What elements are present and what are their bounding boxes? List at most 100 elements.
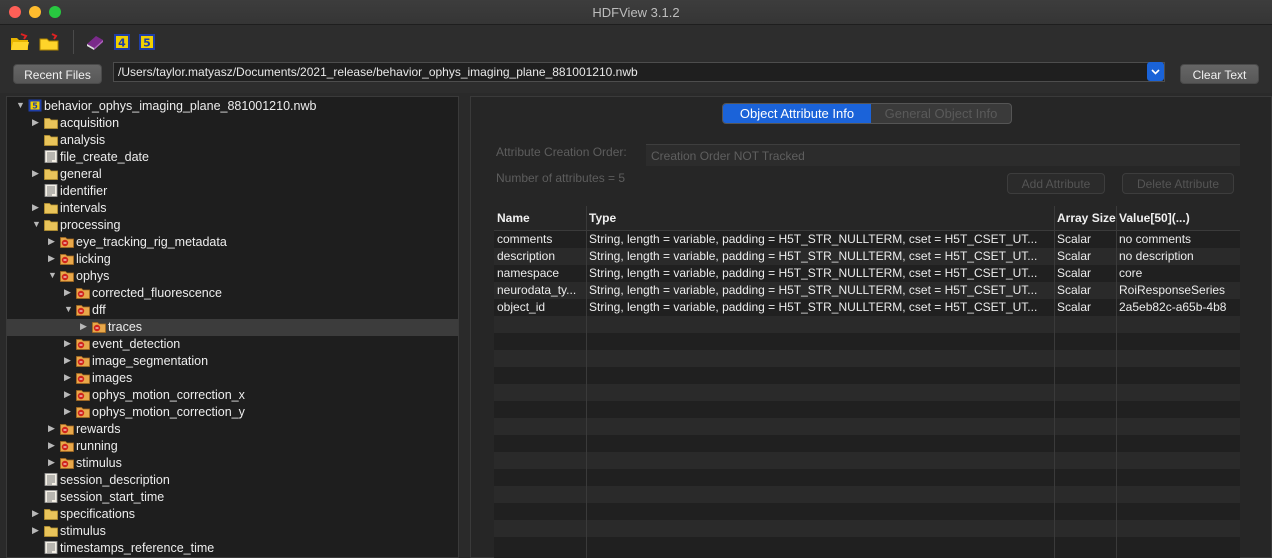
file-path-input[interactable]: /Users/taylor.matyasz/Documents/2021_rel… xyxy=(113,62,1165,82)
attribute-cell[interactable]: namespace xyxy=(497,266,585,280)
attribute-row[interactable]: neurodata_ty... String, length = variable… xyxy=(494,282,1240,299)
expand-arrow-open-icon[interactable]: ▼ xyxy=(48,271,57,280)
expand-arrow-open-icon[interactable]: ▼ xyxy=(64,305,73,314)
attribute-cell[interactable]: object_id xyxy=(497,300,585,314)
add-attribute-button[interactable]: Add Attribute xyxy=(1007,173,1105,194)
attribute-cell[interactable]: String, length = variable, padding = H5T… xyxy=(589,249,1053,263)
tree-item[interactable]: ▶ stimulus xyxy=(7,455,458,472)
expand-arrow-closed-icon[interactable]: ▶ xyxy=(64,356,73,365)
expand-arrow-open-icon[interactable]: ▼ xyxy=(16,101,25,110)
attribute-table[interactable]: Name Type Array Size Value[50](...) comm… xyxy=(494,206,1240,558)
expand-arrow-open-icon[interactable]: ▼ xyxy=(32,220,41,229)
attribute-cell[interactable]: String, length = variable, padding = H5T… xyxy=(589,300,1053,314)
expand-arrow-closed-icon[interactable]: ▶ xyxy=(48,441,57,450)
column-header-value[interactable]: Value[50](...) xyxy=(1119,211,1190,225)
open-folder-icon[interactable] xyxy=(39,32,59,52)
column-header-name[interactable]: Name xyxy=(497,211,530,225)
expand-arrow-closed-icon[interactable]: ▶ xyxy=(32,169,41,178)
expand-arrow-closed-icon[interactable]: ▶ xyxy=(32,526,41,535)
dataset-icon xyxy=(44,150,58,163)
attribute-row[interactable]: object_id String, length = variable, padd… xyxy=(494,299,1240,316)
title-bar: HDFView 3.1.2 xyxy=(0,0,1272,25)
tree-item[interactable]: ▶ general xyxy=(7,166,458,183)
open-file-icon[interactable] xyxy=(10,32,30,52)
tree-item-label: licking xyxy=(76,252,111,266)
delete-attribute-button[interactable]: Delete Attribute xyxy=(1122,173,1234,194)
tree-item[interactable]: ▶ images xyxy=(7,370,458,387)
tree-item[interactable]: ▶ corrected_fluorescence xyxy=(7,285,458,302)
expand-arrow-closed-icon[interactable]: ▶ xyxy=(48,237,57,246)
tree-item[interactable]: ▼ ophys xyxy=(7,268,458,285)
column-header-array-size[interactable]: Array Size xyxy=(1057,211,1116,225)
attribute-cell[interactable]: no description xyxy=(1119,249,1240,263)
column-header-type[interactable]: Type xyxy=(589,211,616,225)
column-divider[interactable] xyxy=(1116,206,1117,558)
attribute-cell[interactable]: Scalar xyxy=(1057,283,1115,297)
tree-item[interactable]: ▼ dff xyxy=(7,302,458,319)
attribute-cell[interactable]: String, length = variable, padding = H5T… xyxy=(589,283,1053,297)
tree-item[interactable]: session_start_time xyxy=(7,489,458,506)
attribute-row[interactable]: comments String, length = variable, paddi… xyxy=(494,231,1240,248)
tree-item[interactable]: session_description xyxy=(7,472,458,489)
expand-arrow-closed-icon[interactable]: ▶ xyxy=(48,254,57,263)
column-divider[interactable] xyxy=(1054,206,1055,558)
file-path-dropdown[interactable] xyxy=(1147,62,1164,81)
tree-item[interactable]: identifier xyxy=(7,183,458,200)
clear-text-button[interactable]: Clear Text xyxy=(1180,64,1259,84)
attribute-cell[interactable]: core xyxy=(1119,266,1240,280)
tree-item[interactable]: ▶ licking xyxy=(7,251,458,268)
expand-arrow-closed-icon[interactable]: ▶ xyxy=(80,322,89,331)
tree-item[interactable]: ▶ traces xyxy=(7,319,458,336)
expand-arrow-closed-icon[interactable]: ▶ xyxy=(64,407,73,416)
hdf5-icon[interactable]: 5 xyxy=(137,32,157,52)
expand-arrow-closed-icon[interactable]: ▶ xyxy=(32,118,41,127)
tree-item[interactable]: ▶ running xyxy=(7,438,458,455)
file-tree[interactable]: ▼ 5 behavior_ophys_imaging_plane_881001210… xyxy=(6,96,459,558)
expand-arrow-closed-icon[interactable]: ▶ xyxy=(48,458,57,467)
expand-arrow-closed-icon[interactable]: ▶ xyxy=(32,509,41,518)
expand-arrow-closed-icon[interactable]: ▶ xyxy=(32,203,41,212)
tree-item[interactable]: ▶ ophys_motion_correction_x xyxy=(7,387,458,404)
attribute-cell[interactable]: RoiResponseSeries xyxy=(1119,283,1240,297)
help-book-icon[interactable] xyxy=(85,32,105,52)
tab-general-object-info[interactable]: General Object Info xyxy=(871,104,1011,123)
tree-item[interactable]: ▶ intervals xyxy=(7,200,458,217)
expand-arrow-closed-icon[interactable]: ▶ xyxy=(64,288,73,297)
hdf4-icon[interactable]: 4 xyxy=(112,32,132,52)
tree-item[interactable]: ▶ eye_tracking_rig_metadata xyxy=(7,234,458,251)
attribute-cell[interactable]: Scalar xyxy=(1057,232,1115,246)
attribute-cell[interactable]: no comments xyxy=(1119,232,1240,246)
tree-item[interactable]: ▼ processing xyxy=(7,217,458,234)
tree-item[interactable]: ▶ image_segmentation xyxy=(7,353,458,370)
tree-item[interactable]: analysis xyxy=(7,132,458,149)
tree-item[interactable]: ▼ 5 behavior_ophys_imaging_plane_881001210… xyxy=(7,98,458,115)
attribute-row[interactable]: description String, length = variable, pa… xyxy=(494,248,1240,265)
expand-arrow-closed-icon[interactable]: ▶ xyxy=(48,424,57,433)
tree-item[interactable]: ▶ event_detection xyxy=(7,336,458,353)
tab-object-attribute-info[interactable]: Object Attribute Info xyxy=(723,104,871,123)
attribute-cell[interactable]: Scalar xyxy=(1057,249,1115,263)
attribute-cell[interactable]: Scalar xyxy=(1057,300,1115,314)
attribute-cell[interactable]: 2a5eb82c-a65b-4b8 xyxy=(1119,300,1240,314)
expand-arrow-closed-icon[interactable]: ▶ xyxy=(64,339,73,348)
attribute-cell[interactable]: String, length = variable, padding = H5T… xyxy=(589,266,1053,280)
recent-files-button[interactable]: Recent Files xyxy=(13,64,102,84)
tree-item[interactable]: ▶ ophys_motion_correction_y xyxy=(7,404,458,421)
attribute-cell[interactable]: String, length = variable, padding = H5T… xyxy=(589,232,1053,246)
attribute-row[interactable]: namespace String, length = variable, padd… xyxy=(494,265,1240,282)
tree-item[interactable]: ▶ acquisition xyxy=(7,115,458,132)
column-divider[interactable] xyxy=(586,206,587,558)
expand-arrow-closed-icon[interactable]: ▶ xyxy=(64,390,73,399)
tree-item[interactable]: ▶ rewards xyxy=(7,421,458,438)
attribute-cell[interactable]: Scalar xyxy=(1057,266,1115,280)
expand-arrow-closed-icon[interactable]: ▶ xyxy=(64,373,73,382)
tree-item-label: running xyxy=(76,439,118,453)
attribute-cell[interactable]: description xyxy=(497,249,585,263)
tree-item[interactable]: file_create_date xyxy=(7,149,458,166)
attribute-cell[interactable]: neurodata_ty... xyxy=(497,283,585,297)
attribute-cell[interactable]: comments xyxy=(497,232,585,246)
tree-item[interactable]: ▶ specifications xyxy=(7,506,458,523)
tree-item[interactable]: timestamps_reference_time xyxy=(7,540,458,557)
group-attr-icon xyxy=(76,288,90,299)
tree-item[interactable]: ▶ stimulus xyxy=(7,523,458,540)
